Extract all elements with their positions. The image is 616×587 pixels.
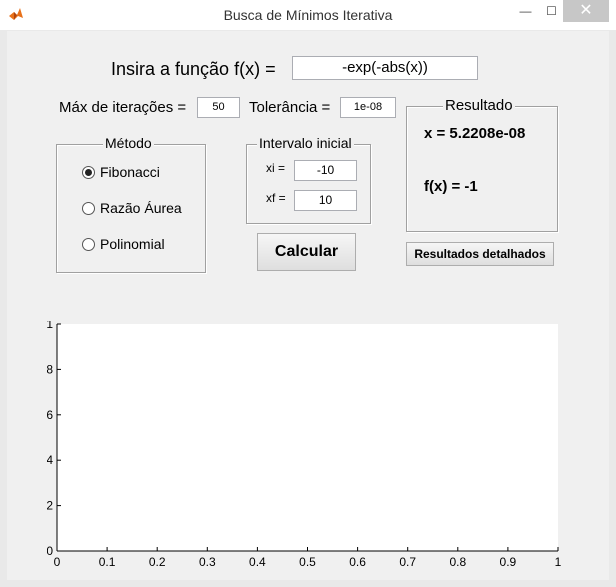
radio-unchecked-icon [82, 201, 95, 215]
x-tick-label: 0.6 [349, 555, 366, 569]
title-bar: Busca de Mínimos Iterativa — ☐ ✕ [0, 0, 616, 30]
radio-unchecked-icon [82, 237, 95, 251]
minimize-button[interactable]: — [512, 0, 539, 22]
x-tick-label: 0.3 [199, 555, 216, 569]
tolerance-input[interactable]: 1e-08 [340, 97, 396, 118]
xi-label: xi = [266, 161, 286, 175]
result-group: Resultado x = 5.2208e-08 f(x) = -1 [406, 97, 558, 232]
plot-area: 0 0.1 0.2 0.3 0.4 0.5 0.6 0.7 0.8 0.9 1 0 0.2 0.4 0.6 0… [47, 321, 562, 569]
calculate-button[interactable]: Calcular [257, 233, 356, 271]
client-area: Insira a função f(x) = -exp(-abs(x)) Máx… [7, 31, 609, 580]
result-x-text: x = 5.2208e-08 [424, 125, 526, 142]
y-tick-label: 0.2 [47, 499, 53, 513]
xi-input[interactable]: -10 [294, 160, 357, 181]
x-tick-label: 0.4 [249, 555, 266, 569]
radio-fibonacci[interactable]: Fibonacci [82, 164, 160, 180]
radio-razao-aurea[interactable]: Razão Áurea [82, 200, 182, 216]
iterations-input[interactable]: 50 [197, 97, 240, 118]
x-tick-label: 0.9 [500, 555, 517, 569]
x-tick-label: 0.5 [299, 555, 316, 569]
function-label: Insira a função f(x) = [111, 59, 276, 79]
radio-label: Fibonacci [100, 164, 160, 180]
radio-polinomial[interactable]: Polinomial [82, 236, 165, 252]
result-group-title: Resultado [443, 97, 515, 114]
xf-label: xf = [266, 191, 286, 205]
iterations-label: Máx de iterações = [59, 99, 187, 116]
x-tick-label: 0.1 [99, 555, 116, 569]
tolerance-label: Tolerância = [249, 99, 331, 116]
x-tick-label: 0 [54, 555, 61, 569]
y-tick-label: 0.8 [47, 362, 53, 376]
method-group-title: Método [103, 135, 154, 151]
y-tick-label: 0.4 [47, 453, 53, 467]
x-tick-label: 0.8 [449, 555, 466, 569]
radio-label: Polinomial [100, 236, 165, 252]
close-button[interactable]: ✕ [563, 0, 609, 22]
interval-group-title: Intervalo inicial [257, 135, 354, 151]
y-tick-label: 0 [47, 544, 53, 558]
x-tick-label: 0.7 [399, 555, 416, 569]
detailed-results-button[interactable]: Resultados detalhados [406, 242, 554, 266]
plot-background [57, 324, 558, 551]
xf-input[interactable]: 10 [294, 190, 357, 211]
method-group: Método Fibonacci Razão Áurea Polinomial [56, 135, 206, 273]
y-tick-label: 1 [47, 321, 53, 331]
result-fx-text: f(x) = -1 [424, 178, 478, 195]
maximize-button[interactable]: ☐ [538, 0, 565, 22]
radio-checked-icon [82, 165, 95, 179]
x-tick-label: 0.2 [149, 555, 166, 569]
radio-label: Razão Áurea [100, 200, 182, 216]
x-tick-label: 1 [555, 555, 562, 569]
y-tick-label: 0.6 [47, 408, 53, 422]
interval-group: Intervalo inicial xi = -10 xf = 10 [246, 135, 371, 224]
function-input[interactable]: -exp(-abs(x)) [292, 56, 478, 80]
